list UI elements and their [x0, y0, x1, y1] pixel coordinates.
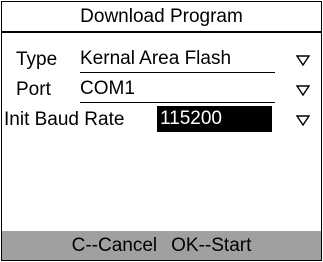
download-program-dialog: Download Program Type Kernal Area Flash …: [1, 1, 322, 261]
port-label: Port: [16, 79, 51, 100]
baud-rate-select[interactable]: 115200: [157, 106, 272, 132]
port-row: Port COM1: [2, 76, 321, 104]
baud-rate-label: Init Baud Rate: [4, 109, 125, 130]
dropdown-triangle-icon[interactable]: [295, 106, 311, 134]
softkey-bar: C--Cancel OK--Start: [2, 231, 321, 260]
start-softkey[interactable]: OK--Start: [171, 231, 251, 260]
baud-rate-row: Init Baud Rate 115200: [2, 106, 321, 134]
port-select[interactable]: COM1: [80, 76, 275, 103]
type-select[interactable]: Kernal Area Flash: [80, 46, 275, 73]
cancel-softkey[interactable]: C--Cancel: [72, 231, 158, 260]
dropdown-triangle-icon[interactable]: [295, 46, 311, 74]
dropdown-triangle-icon[interactable]: [295, 76, 311, 104]
dialog-title: Download Program: [2, 2, 321, 33]
type-label: Type: [16, 49, 58, 70]
type-row: Type Kernal Area Flash: [2, 46, 321, 74]
